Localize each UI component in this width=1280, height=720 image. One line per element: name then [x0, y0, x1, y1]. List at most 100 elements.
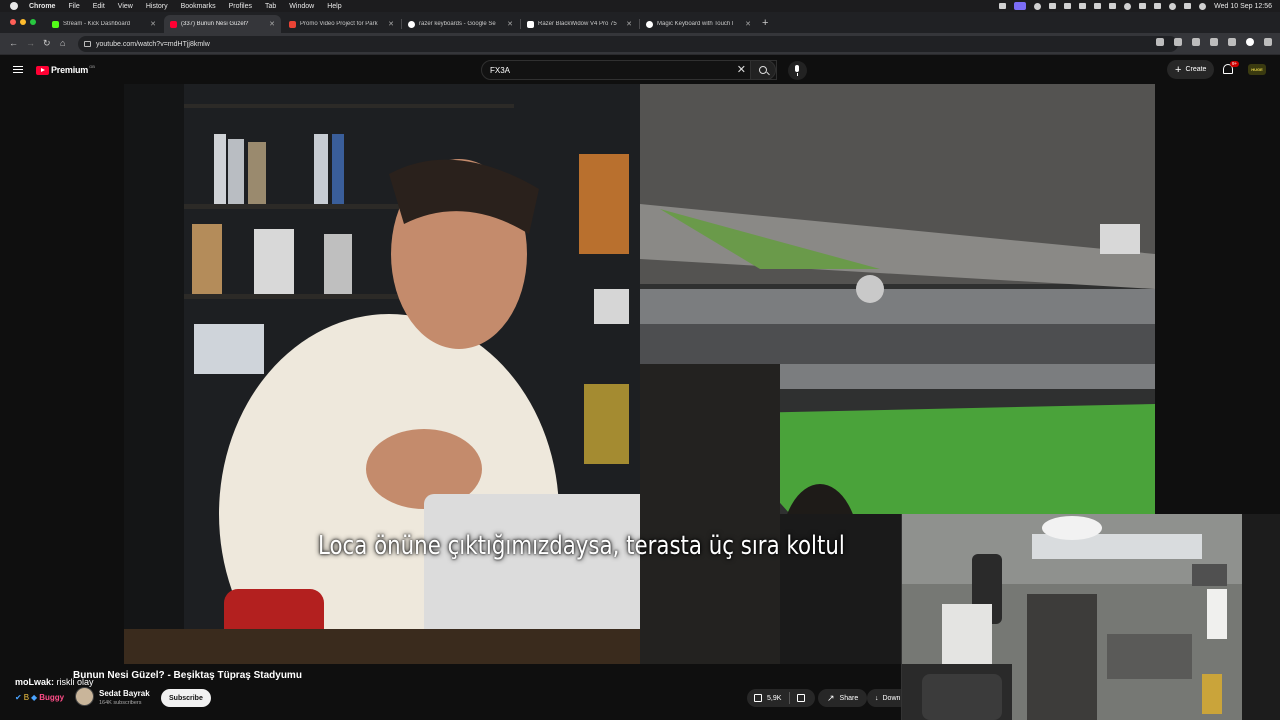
extension-shield-icon[interactable]	[1192, 38, 1200, 46]
status-app-icon[interactable]	[999, 3, 1007, 9]
url-text: youtube.com/watch?v=mdHTjj8kmlw	[96, 40, 210, 48]
profile-avatar[interactable]	[1246, 38, 1254, 46]
extensions-puzzle-icon[interactable]	[1210, 38, 1218, 46]
toolbar-extensions	[1156, 38, 1272, 46]
search-input[interactable]: FX3A	[490, 66, 510, 75]
share-label: Share	[839, 694, 859, 702]
bluetooth-icon[interactable]	[1109, 3, 1117, 9]
chrome-menu-icon[interactable]	[1264, 38, 1272, 46]
window-controls	[10, 19, 36, 25]
status-app-icon[interactable]	[1079, 3, 1087, 9]
menu-file[interactable]: File	[68, 3, 79, 10]
chat-username: Buggy	[39, 693, 65, 702]
menu-help[interactable]: Help	[327, 3, 341, 10]
chat-message: moLwak: riskli olay	[15, 677, 94, 687]
wifi-icon[interactable]	[1139, 3, 1147, 9]
channel-avatar[interactable]	[75, 687, 94, 706]
download-icon: ↓	[875, 694, 879, 702]
dislike-thumb-icon[interactable]	[797, 694, 806, 702]
channel-name[interactable]: Sedat Bayrak	[99, 689, 150, 698]
status-app-icon[interactable]	[1034, 2, 1042, 10]
tab-title: (337) Bunun Nesi Güzel?	[181, 21, 249, 27]
create-label: Create	[1185, 66, 1207, 73]
close-tab-icon[interactable]: ✕	[150, 20, 156, 28]
tab-title: Magic Keyboard with Touch I	[657, 21, 734, 27]
tab-search-icon[interactable]	[1228, 38, 1236, 46]
chat-message: ✔ B ◆ Buggy	[15, 693, 64, 702]
search-icon[interactable]	[1169, 2, 1177, 10]
browser-tab[interactable]: Stream - Kick Dashboard ✕	[46, 15, 162, 33]
minimize-window-button[interactable]	[20, 19, 26, 25]
clear-search-icon[interactable]: ✕	[737, 63, 746, 76]
share-button[interactable]: ↗ Share	[818, 689, 868, 707]
play-icon[interactable]	[1124, 2, 1132, 10]
menu-window[interactable]: Window	[289, 3, 314, 10]
browser-tab[interactable]: Magic Keyboard with Touch I ✕	[640, 15, 757, 33]
chat-text: riskli olay	[56, 677, 94, 687]
search-button[interactable]	[750, 60, 776, 80]
download-button[interactable]: ↓ Down	[867, 689, 901, 707]
guide-menu-icon[interactable]	[13, 66, 23, 75]
close-tab-icon[interactable]: ✕	[745, 20, 751, 28]
status-app-icon[interactable]	[1064, 3, 1072, 9]
bookmark-star-icon[interactable]	[1174, 38, 1182, 46]
video-subtitle: Loca önüne çıktığımızdaysa, terasta üç s…	[318, 531, 845, 561]
apple-menu-icon[interactable]	[10, 2, 18, 10]
battery-icon[interactable]	[1154, 3, 1162, 9]
close-tab-icon[interactable]: ✕	[388, 20, 394, 28]
menu-bookmarks[interactable]: Bookmarks	[181, 3, 216, 10]
youtube-favicon-icon	[170, 20, 177, 28]
kick-favicon-icon	[52, 20, 59, 28]
home-icon[interactable]: ⌂	[60, 38, 65, 48]
plus-icon: +	[1175, 63, 1182, 76]
menu-view[interactable]: View	[118, 3, 133, 10]
tab-title: razer keyboards - Google Se	[419, 21, 496, 27]
menu-profiles[interactable]: Profiles	[229, 3, 252, 10]
youtube-masthead: Premium GB FX3A ✕ + Create 9+ HUGE	[0, 56, 1280, 84]
browser-tab[interactable]: Razer BlackWidow V4 Pro 75 ✕	[521, 15, 638, 33]
fullscreen-window-button[interactable]	[30, 19, 36, 25]
volume-icon[interactable]	[1094, 3, 1102, 9]
browser-toolbar: ← → ↻ ⌂ youtube.com/watch?v=mdHTjj8kmlw	[0, 33, 1280, 55]
close-window-button[interactable]	[10, 19, 16, 25]
site-info-icon[interactable]	[84, 41, 91, 47]
account-avatar[interactable]: HUGE	[1248, 64, 1266, 75]
download-label: Down	[882, 694, 901, 702]
address-bar[interactable]: youtube.com/watch?v=mdHTjj8kmlw	[78, 36, 1178, 52]
menu-app-name[interactable]: Chrome	[29, 3, 55, 10]
browser-tab[interactable]: razer keyboards - Google Se ✕	[402, 15, 519, 33]
macos-menubar: Chrome File Edit View History Bookmarks …	[0, 0, 1280, 12]
browser-tab-active[interactable]: (337) Bunun Nesi Güzel? ✕	[164, 15, 281, 33]
create-button[interactable]: + Create	[1167, 60, 1215, 79]
browser-tab[interactable]: Promo Video Project for Park ✕	[283, 15, 400, 33]
menu-history[interactable]: History	[146, 3, 168, 10]
shield-badge-icon: ◆	[31, 693, 38, 702]
menu-edit[interactable]: Edit	[93, 3, 105, 10]
apple-favicon-icon	[646, 20, 653, 28]
new-tab-button[interactable]: +	[762, 17, 768, 29]
like-count[interactable]: 5,9K	[767, 695, 781, 702]
menu-tab[interactable]: Tab	[265, 3, 276, 10]
share-arrow-icon: ↗	[827, 692, 835, 703]
like-thumb-icon[interactable]	[754, 694, 762, 702]
cast-icon[interactable]	[1156, 38, 1164, 46]
subscribe-button[interactable]: Subscribe	[161, 689, 211, 707]
close-tab-icon[interactable]: ✕	[507, 20, 513, 28]
reload-icon[interactable]: ↻	[43, 38, 51, 49]
control-center-icon[interactable]	[1184, 3, 1192, 9]
youtube-logo[interactable]: Premium GB	[36, 64, 95, 75]
back-arrow-icon[interactable]: ←	[9, 38, 18, 48]
voice-search-icon[interactable]	[788, 61, 807, 80]
forward-arrow-icon[interactable]: →	[26, 38, 35, 48]
menubar-clock[interactable]: Wed 10 Sep 12:56	[1214, 3, 1272, 10]
siri-icon[interactable]	[1199, 2, 1207, 10]
screen-share-icon[interactable]	[1014, 2, 1027, 10]
menubar-status-area: Wed 10 Sep 12:56	[999, 0, 1272, 12]
youtube-play-icon	[36, 65, 49, 75]
close-tab-icon[interactable]: ✕	[269, 20, 275, 28]
status-app-icon[interactable]	[1049, 3, 1057, 9]
close-tab-icon[interactable]: ✕	[626, 20, 632, 28]
like-divider	[789, 692, 791, 704]
subscriber-count: 164K subscribers	[99, 700, 142, 706]
search-box[interactable]: FX3A ✕	[481, 60, 777, 80]
